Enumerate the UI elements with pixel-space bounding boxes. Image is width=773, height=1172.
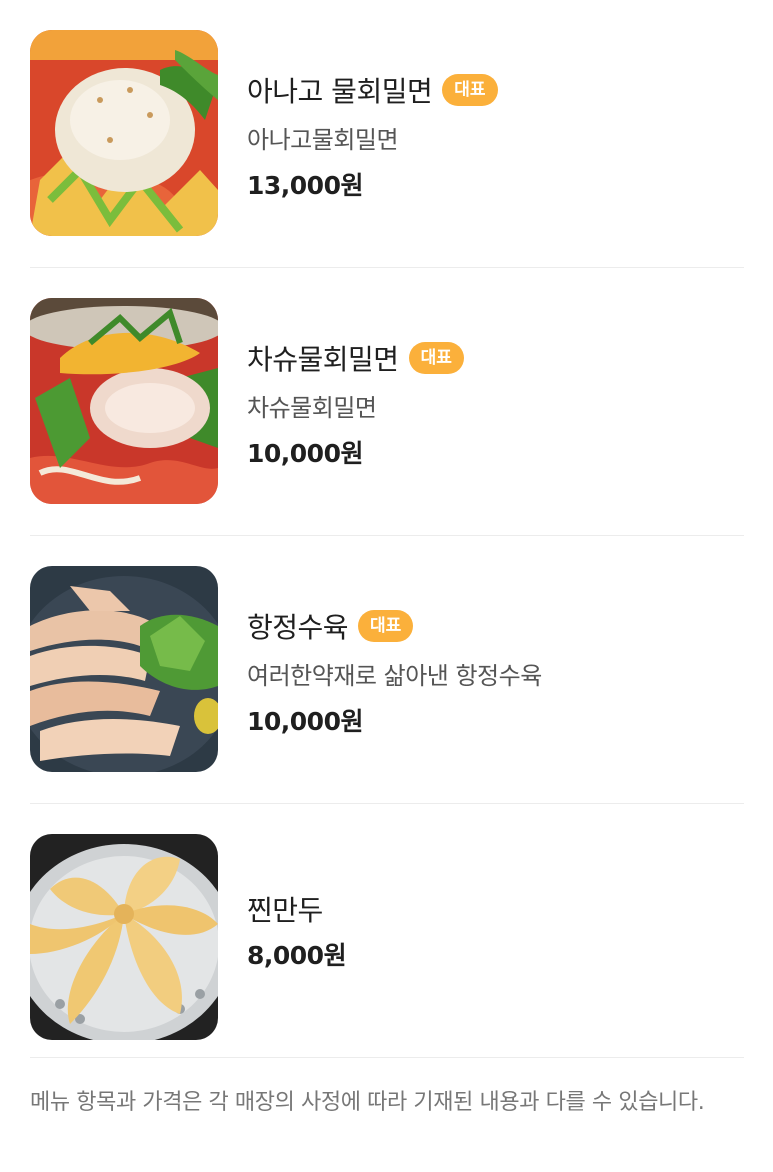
menu-item-info: 찐만두 8,000원 (247, 804, 744, 1057)
menu-item-description: 차슈물회밀면 (247, 394, 377, 422)
menu-disclaimer-note: 메뉴 항목과 가격은 각 매장의 사정에 따라 기재된 내용과 다를 수 있습니… (30, 1090, 705, 1115)
signature-badge: 대표 (442, 74, 498, 106)
menu-item-photo[interactable] (30, 30, 218, 236)
menu-item-info: 아나고 물회밀면 대표 아나고물회밀면 13,000원 (247, 0, 744, 267)
menu-item-price: 13,000원 (247, 171, 363, 200)
menu-item-info: 항정수육 대표 여러한약재로 삶아낸 항정수육 10,000원 (247, 536, 744, 803)
signature-badge: 대표 (408, 342, 464, 374)
menu-item-anago-mulhoe-milmyeon[interactable]: 아나고 물회밀면 대표 아나고물회밀면 13,000원 (30, 0, 744, 268)
menu-item-hangjeong-suyuk[interactable]: 항정수육 대표 여러한약재로 삶아낸 항정수육 10,000원 (30, 536, 744, 804)
menu-item-price: 8,000원 (247, 941, 347, 970)
menu-item-info: 차슈물회밀면 대표 차슈물회밀면 10,000원 (247, 268, 744, 535)
menu-item-price: 10,000원 (247, 707, 363, 736)
menu-item-name: 찐만두 (247, 894, 323, 927)
menu-item-chashu-mulhoe-milmyeon[interactable]: 차슈물회밀면 대표 차슈물회밀면 10,000원 (30, 268, 744, 536)
menu-item-description: 아나고물회밀면 (247, 126, 399, 154)
menu-item-photo[interactable] (30, 834, 218, 1040)
menu-item-price: 10,000원 (247, 439, 363, 468)
menu-item-name-row: 항정수육 대표 (247, 606, 414, 646)
menu-item-name: 차슈물회밀면 (247, 343, 399, 376)
menu-item-photo[interactable] (30, 298, 218, 504)
menu-item-name: 항정수육 (247, 611, 349, 644)
menu-item-name: 아나고 물회밀면 (247, 75, 433, 108)
menu-item-jjin-mandu[interactable]: 찐만두 8,000원 (30, 804, 744, 1058)
menu-item-description: 여러한약재로 삶아낸 항정수육 (247, 662, 542, 690)
signature-badge: 대표 (358, 610, 414, 642)
menu-item-photo[interactable] (30, 566, 218, 772)
menu-item-name-row: 아나고 물회밀면 대표 (247, 70, 498, 110)
menu-item-name-row: 차슈물회밀면 대표 (247, 338, 464, 378)
menu-item-name-row: 찐만두 (247, 889, 323, 929)
menu-list: 아나고 물회밀면 대표 아나고물회밀면 13,000원 차슈물회밀면 대표 차슈… (30, 0, 744, 1058)
